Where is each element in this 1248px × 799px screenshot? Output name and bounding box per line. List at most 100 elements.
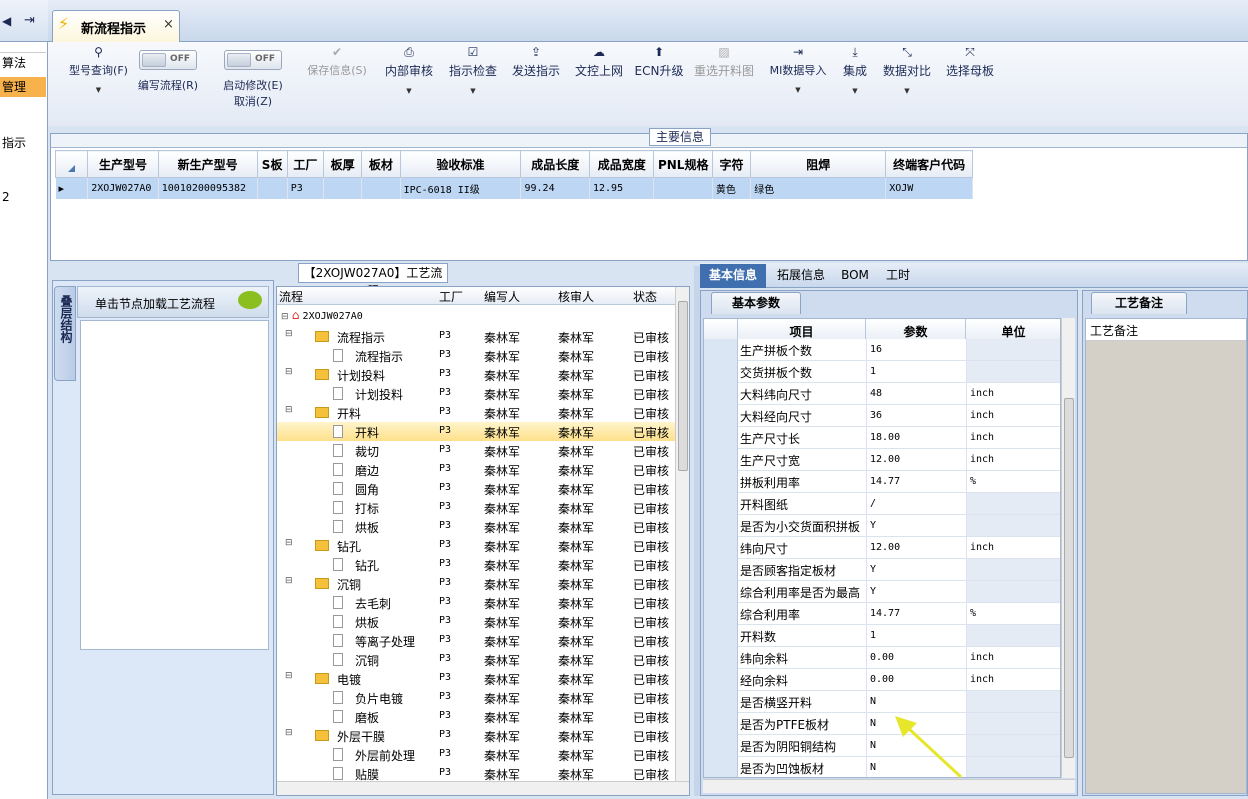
column-header[interactable]: 生产型号 xyxy=(87,150,159,178)
tree-column-header[interactable]: 工厂 xyxy=(439,288,463,305)
send-instruction-button[interactable]: ⇪ 发送指示 xyxy=(509,44,563,79)
params-row[interactable]: 纬向尺寸 12.00 inch xyxy=(704,537,1060,559)
collapse-icon[interactable]: ⊟ xyxy=(285,405,293,415)
table-cell[interactable]: 2XOJW027A0 xyxy=(87,177,159,199)
table-cell[interactable]: 12.95 xyxy=(589,177,655,199)
vertical-tab-stackup[interactable]: 叠层结构 xyxy=(54,286,76,381)
tree-column-header[interactable]: 状态 xyxy=(633,288,657,305)
table-cell[interactable]: P3 xyxy=(287,177,325,199)
table-cell[interactable]: 99.24 xyxy=(520,177,590,199)
right-tab[interactable]: 拓展信息 xyxy=(770,264,832,288)
memo-tab[interactable]: 工艺备注 xyxy=(1091,292,1187,314)
params-row[interactable]: 经向余料 0.00 inch xyxy=(704,669,1060,691)
params-row[interactable]: 生产拼板个数 16 xyxy=(704,339,1060,361)
tree-row[interactable]: 打标 P3 秦林军 秦林军 已审核 xyxy=(277,498,675,517)
dropdown-arrow-icon[interactable]: ▼ xyxy=(880,87,934,95)
edit-flow-toggle[interactable]: OFF xyxy=(139,50,197,70)
right-tab[interactable]: 基本信息 xyxy=(700,264,766,288)
tree-row[interactable]: 钻孔 P3 秦林军 秦林军 已审核 xyxy=(277,555,675,574)
tree-row[interactable]: 烘板 P3 秦林军 秦林军 已审核 xyxy=(277,612,675,631)
tree-row[interactable]: 等离子处理 P3 秦林军 秦林军 已审核 xyxy=(277,631,675,650)
collapse-icon[interactable]: ⊟ xyxy=(281,312,289,322)
left-nav-item[interactable]: 管理 xyxy=(0,77,46,97)
tree-root[interactable]: ⊟ ⌂ 2XOJW027A0 xyxy=(281,308,481,322)
table-cell[interactable] xyxy=(323,177,363,199)
ecn-upgrade-button[interactable]: ⬆ ECN升级 xyxy=(634,44,684,79)
param-value[interactable]: N xyxy=(866,691,966,712)
params-row[interactable]: 是否为阴阳铜结构 N xyxy=(704,735,1060,757)
column-header[interactable]: 板厚 xyxy=(322,150,363,178)
params-hscrollbar[interactable] xyxy=(703,779,1075,793)
table-cell[interactable] xyxy=(257,177,288,199)
tree-row[interactable]: ⊟ 外层干膜 P3 秦林军 秦林军 已审核 xyxy=(277,726,675,745)
right-tab[interactable]: BOM xyxy=(838,264,872,288)
params-row[interactable]: 交货拼板个数 1 xyxy=(704,361,1060,383)
tree-scroll-thumb[interactable] xyxy=(678,301,688,471)
dropdown-arrow-icon[interactable]: ▼ xyxy=(447,87,499,95)
params-row[interactable]: 综合利用率 14.77% xyxy=(704,603,1060,625)
params-row[interactable]: 是否为小交货面积拼板 Y xyxy=(704,515,1060,537)
speech-bubble-icon[interactable] xyxy=(238,291,262,309)
tree-column-header[interactable]: 核审人 xyxy=(558,288,594,305)
tree-row[interactable]: ⊟ 电镀 P3 秦林军 秦林军 已审核 xyxy=(277,669,675,688)
params-row[interactable]: 纬向余料 0.00 inch xyxy=(704,647,1060,669)
tree-row[interactable]: 裁切 P3 秦林军 秦林军 已审核 xyxy=(277,441,675,460)
param-value[interactable]: 0.00 xyxy=(866,647,966,668)
params-row[interactable]: 生产尺寸长 18.00 inch xyxy=(704,427,1060,449)
param-value[interactable]: 36 xyxy=(866,405,966,426)
tree-row[interactable]: 圆角 P3 秦林军 秦林军 已审核 xyxy=(277,479,675,498)
start-edit-button[interactable]: OFF 启动修改(E) 取消(Z) xyxy=(218,44,288,109)
collapse-icon[interactable]: ⊟ xyxy=(285,538,293,548)
instruction-check-button[interactable]: ☑ 指示检查 ▼ xyxy=(447,44,499,95)
tree-row[interactable]: 烘板 P3 秦林军 秦林军 已审核 xyxy=(277,517,675,536)
table-cell[interactable]: XOJW xyxy=(885,177,973,199)
reselect-cut-button[interactable]: ▨ 重选开料图 xyxy=(692,44,756,79)
param-value[interactable]: 0.00 xyxy=(866,669,966,690)
table-cell[interactable]: 绿色 xyxy=(750,177,887,199)
table-cell[interactable]: 10010200095382 xyxy=(158,177,258,199)
column-header[interactable]: 成品宽度 xyxy=(588,150,655,178)
save-info-button[interactable]: ✔ 保存信息(S) xyxy=(302,44,372,78)
params-scrollbar[interactable] xyxy=(1061,318,1075,778)
tree-column-header[interactable]: 编写人 xyxy=(484,288,520,305)
left-nav-item[interactable]: 指示 xyxy=(0,133,46,153)
model-query-button[interactable]: ⚲ 型号查询(F) ▼ xyxy=(56,44,141,94)
table-cell[interactable] xyxy=(361,177,401,199)
param-value[interactable]: Y xyxy=(866,581,966,602)
param-value[interactable]: / xyxy=(866,493,966,514)
column-header[interactable]: PNL规格 xyxy=(653,150,713,178)
collapse-icon[interactable]: ⊟ xyxy=(285,367,293,377)
left-nav-item[interactable]: 算法 xyxy=(0,52,46,72)
params-row[interactable]: 生产尺寸宽 12.00 inch xyxy=(704,449,1060,471)
tree-row[interactable]: 计划投料 P3 秦林军 秦林军 已审核 xyxy=(277,384,675,403)
left-nav-item[interactable]: 2 xyxy=(0,187,46,207)
param-value[interactable]: 1 xyxy=(866,625,966,646)
tree-row[interactable]: 流程指示 P3 秦林军 秦林军 已审核 xyxy=(277,346,675,365)
integrate-button[interactable]: ⤓ 集成 ▼ xyxy=(840,44,870,95)
param-value[interactable]: 12.00 xyxy=(866,537,966,558)
tree-row[interactable]: ⊟ 钻孔 P3 秦林军 秦林军 已审核 xyxy=(277,536,675,555)
button-label-secondary[interactable]: 取消(Z) xyxy=(218,93,288,109)
params-row[interactable]: 是否横竖开料 N xyxy=(704,691,1060,713)
mi-import-button[interactable]: ⇥ MI数据导入 ▼ xyxy=(766,44,830,94)
tree-column-header[interactable]: 流程 xyxy=(279,288,303,305)
collapse-icon[interactable]: ⊟ xyxy=(285,329,293,339)
collapse-icon[interactable]: ⊟ xyxy=(285,728,293,738)
data-compare-button[interactable]: ⤡ 数据对比 ▼ xyxy=(880,44,934,95)
param-value[interactable]: 16 xyxy=(866,339,966,360)
table-cell[interactable] xyxy=(653,177,713,199)
tab-close-icon[interactable]: × xyxy=(163,17,174,32)
params-row[interactable]: 综合利用率是否为最高 Y xyxy=(704,581,1060,603)
tree-row[interactable]: 负片电镀 P3 秦林军 秦林军 已审核 xyxy=(277,688,675,707)
dropdown-arrow-icon[interactable]: ▼ xyxy=(840,87,870,95)
table-cell[interactable]: IPC-6018 II级 xyxy=(400,177,522,199)
param-value[interactable]: Y xyxy=(866,515,966,536)
edit-flow-button[interactable]: OFF 编写流程(R) xyxy=(133,44,203,93)
tree-row[interactable]: ⊟ 流程指示 P3 秦林军 秦林军 已审核 xyxy=(277,327,675,346)
tree-row[interactable]: ⊟ 开料 P3 秦林军 秦林军 已审核 xyxy=(277,403,675,422)
params-row[interactable]: 开料图纸 / xyxy=(704,493,1060,515)
tree-row[interactable]: 磨边 P3 秦林军 秦林军 已审核 xyxy=(277,460,675,479)
tree-row[interactable]: 沉铜 P3 秦林军 秦林军 已审核 xyxy=(277,650,675,669)
params-row[interactable]: 大料经向尺寸 36 inch xyxy=(704,405,1060,427)
params-row[interactable]: 是否为PTFE板材 N xyxy=(704,713,1060,735)
